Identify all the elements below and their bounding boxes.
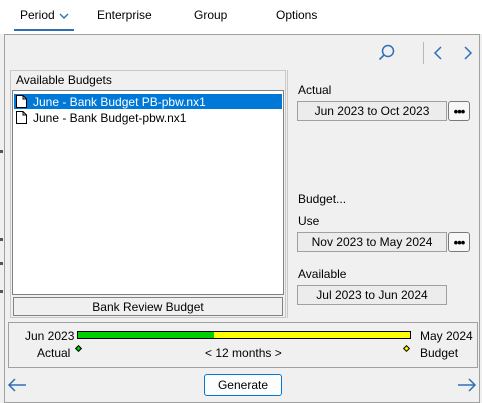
selected-budget-status: Bank Review Budget xyxy=(13,297,283,316)
timeline-span: < 12 months > xyxy=(205,346,282,360)
actual-label: Actual xyxy=(298,83,332,97)
list-item[interactable]: June - Bank Budget-pbw.nx1 xyxy=(14,110,282,125)
menu-group[interactable]: Group xyxy=(194,8,227,22)
budget-segment xyxy=(214,332,410,338)
timeline-start: Jun 2023 xyxy=(25,329,75,343)
menu-options[interactable]: Options xyxy=(276,8,317,22)
generate-button[interactable]: Generate xyxy=(204,374,282,396)
use-label: Use xyxy=(298,214,320,228)
available-budgets-caption: Available Budgets xyxy=(16,73,112,87)
more-icon: ••• xyxy=(453,103,466,119)
actual-range-field: Jun 2023 to Oct 2023 xyxy=(297,101,447,121)
list-item-label: June - Bank Budget PB-pbw.nx1 xyxy=(33,94,206,109)
list-item[interactable]: June - Bank Budget PB-pbw.nx1 xyxy=(14,94,282,109)
menu-bar: Period Enterprise Group Options xyxy=(0,0,482,34)
budget-label: Budget... xyxy=(298,192,347,206)
budget-list[interactable]: June - Bank Budget PB-pbw.nx1 June - Ban… xyxy=(12,90,284,295)
next-button[interactable] xyxy=(457,42,479,64)
timeline-end: May 2024 xyxy=(420,329,473,343)
back-button[interactable] xyxy=(6,375,28,395)
background-window-edge xyxy=(0,150,3,153)
chevron-down-icon xyxy=(59,13,69,19)
use-range-field: Nov 2023 to May 2024 xyxy=(297,232,447,252)
timeline-start-caption: Actual xyxy=(37,346,71,360)
menu-period[interactable]: Period xyxy=(20,8,69,22)
menu-period-label: Period xyxy=(20,8,55,22)
actual-segment xyxy=(78,332,215,338)
more-icon: ••• xyxy=(453,234,466,250)
list-item-label: June - Bank Budget-pbw.nx1 xyxy=(33,110,187,125)
available-range-field: Jul 2023 to Jun 2024 xyxy=(297,285,447,305)
active-menu-indicator xyxy=(14,29,74,31)
use-range-button[interactable]: ••• xyxy=(448,232,470,252)
search-button[interactable] xyxy=(376,42,398,64)
timeline-bar xyxy=(77,331,411,339)
document-icon xyxy=(16,111,27,124)
toolbar-separator xyxy=(423,42,424,64)
available-label: Available xyxy=(298,267,347,281)
chevron-left-icon xyxy=(433,46,442,60)
previous-button[interactable] xyxy=(427,42,449,64)
chevron-right-icon xyxy=(464,46,473,60)
background-window-edge xyxy=(0,238,3,241)
document-icon xyxy=(16,95,27,108)
forward-button[interactable] xyxy=(456,375,478,395)
actual-range-button[interactable]: ••• xyxy=(448,101,470,121)
background-window-edge xyxy=(0,290,3,293)
timeline-end-caption: Budget xyxy=(420,346,459,360)
background-window-edge xyxy=(0,262,3,265)
menu-enterprise[interactable]: Enterprise xyxy=(97,8,152,22)
arrow-left-icon xyxy=(7,378,26,392)
search-icon xyxy=(378,44,395,61)
arrow-right-icon xyxy=(458,378,477,392)
